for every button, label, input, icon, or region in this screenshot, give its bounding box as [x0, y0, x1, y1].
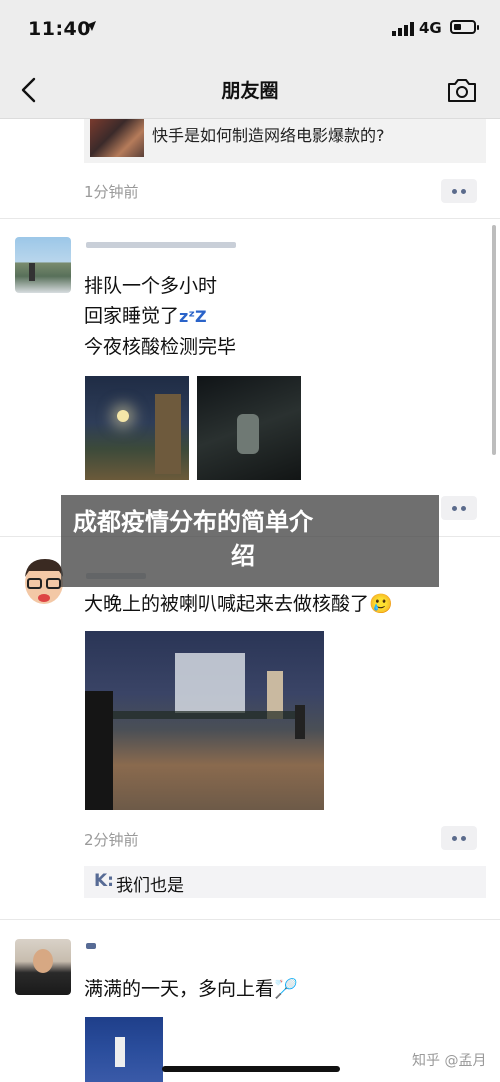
username-redacted[interactable]	[86, 242, 236, 248]
post-photo[interactable]	[85, 631, 324, 810]
comment-text: 我们也是	[116, 876, 184, 896]
nav-bar: 朋友圈	[0, 60, 500, 119]
network-type: 4G	[419, 19, 442, 37]
watermark: 知乎 @孟月	[412, 1053, 487, 1069]
post-text: 满满的一天，多向上看🏸	[84, 978, 298, 1000]
post-text-line: 回家睡觉了zᶻZ	[84, 305, 207, 327]
more-actions-button[interactable]	[441, 496, 477, 520]
divider	[0, 218, 500, 219]
home-indicator[interactable]	[162, 1066, 340, 1072]
username-redacted[interactable]	[86, 943, 96, 949]
zzz-emoji: zᶻZ	[179, 307, 207, 326]
status-bar: 11:40 4G	[0, 0, 500, 60]
avatar[interactable]	[15, 237, 71, 293]
more-actions-button[interactable]	[441, 826, 477, 850]
battery-icon	[450, 20, 479, 34]
post-time: 1分钟前	[84, 183, 139, 201]
moments-feed[interactable]: 快手是如何制造网络电影爆款的? 1分钟前 排队一个多小时 回家睡觉了zᶻZ 今夜…	[0, 119, 500, 1082]
post-text-line: 排队一个多小时	[84, 275, 218, 297]
post-text-line: 今夜核酸检测完毕	[84, 336, 237, 358]
post-photo[interactable]	[85, 376, 189, 480]
link-title: 快手是如何制造网络电影爆款的?	[152, 126, 385, 145]
comment-author[interactable]: K:	[94, 871, 114, 891]
post-text: 大晚上的被喇叭喊起来去做核酸了🥲	[84, 593, 393, 615]
page-title: 朋友圈	[221, 80, 279, 102]
post-time: 2分钟前	[84, 831, 139, 849]
avatar[interactable]	[15, 939, 71, 995]
overlay-title: 成都疫情分布的简单介 绍	[73, 508, 313, 570]
location-arrow-icon	[86, 21, 96, 31]
divider	[0, 919, 500, 920]
post-photo[interactable]	[85, 1017, 163, 1082]
scrollbar[interactable]	[492, 225, 496, 455]
post-photo[interactable]	[197, 376, 301, 480]
post-text: 排队一个多小时 回家睡觉了zᶻZ 今夜核酸检测完毕	[84, 271, 236, 362]
link-thumbnail	[90, 119, 144, 157]
comment-item[interactable]: K: 我们也是	[84, 866, 486, 898]
signal-bars-icon	[392, 22, 414, 36]
camera-icon[interactable]	[446, 76, 478, 104]
shared-link-card[interactable]: 快手是如何制造网络电影爆款的?	[84, 119, 486, 163]
status-time: 11:40	[28, 18, 91, 40]
title-overlay: 成都疫情分布的简单介 绍	[61, 495, 439, 587]
more-actions-button[interactable]	[441, 179, 477, 203]
